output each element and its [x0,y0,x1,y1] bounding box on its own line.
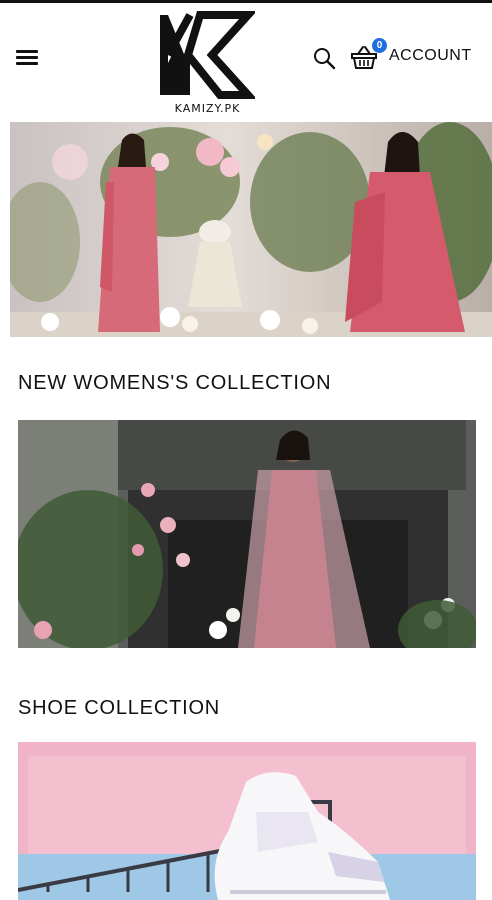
shoe-collection-photo [18,742,476,900]
hero-banner-image[interactable] [10,122,492,337]
shoe-collection-image[interactable] [18,742,476,900]
account-link[interactable]: ACCOUNT [389,47,472,65]
womens-collection-image[interactable] [18,420,476,648]
hero-photo [10,122,492,337]
brand-name: KAMIZY.PK [174,102,241,115]
womens-collection-photo [18,420,476,648]
brand-logo-mark [160,11,257,99]
search-icon[interactable] [312,46,336,70]
section-title-womens-collection: NEW WOMENS'S COLLECTION [18,372,332,394]
section-title-shoe-collection: SHOE COLLECTION [18,697,221,719]
site-header: KAMIZY.PK 0 ACCOUNT [0,3,492,120]
brand-logo[interactable]: KAMIZY.PK [160,11,257,115]
cart-count-badge: 0 [372,38,387,53]
hamburger-menu-icon[interactable] [16,47,38,67]
